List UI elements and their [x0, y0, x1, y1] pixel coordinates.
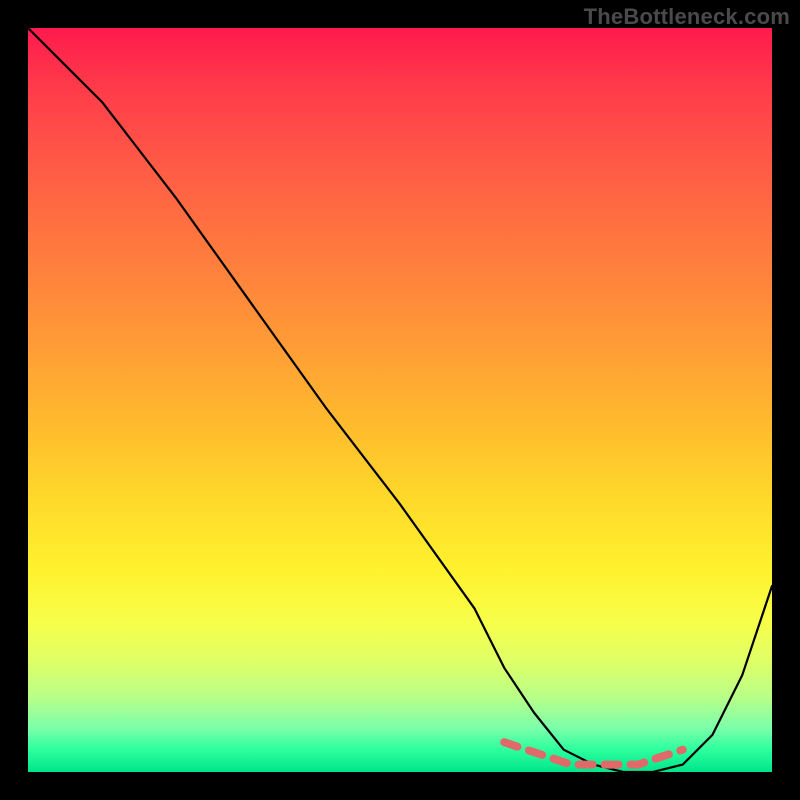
- plot-area: [28, 28, 772, 772]
- chart-frame: [28, 28, 772, 772]
- heat-gradient-background: [28, 28, 772, 772]
- watermark-text: TheBottleneck.com: [584, 4, 790, 30]
